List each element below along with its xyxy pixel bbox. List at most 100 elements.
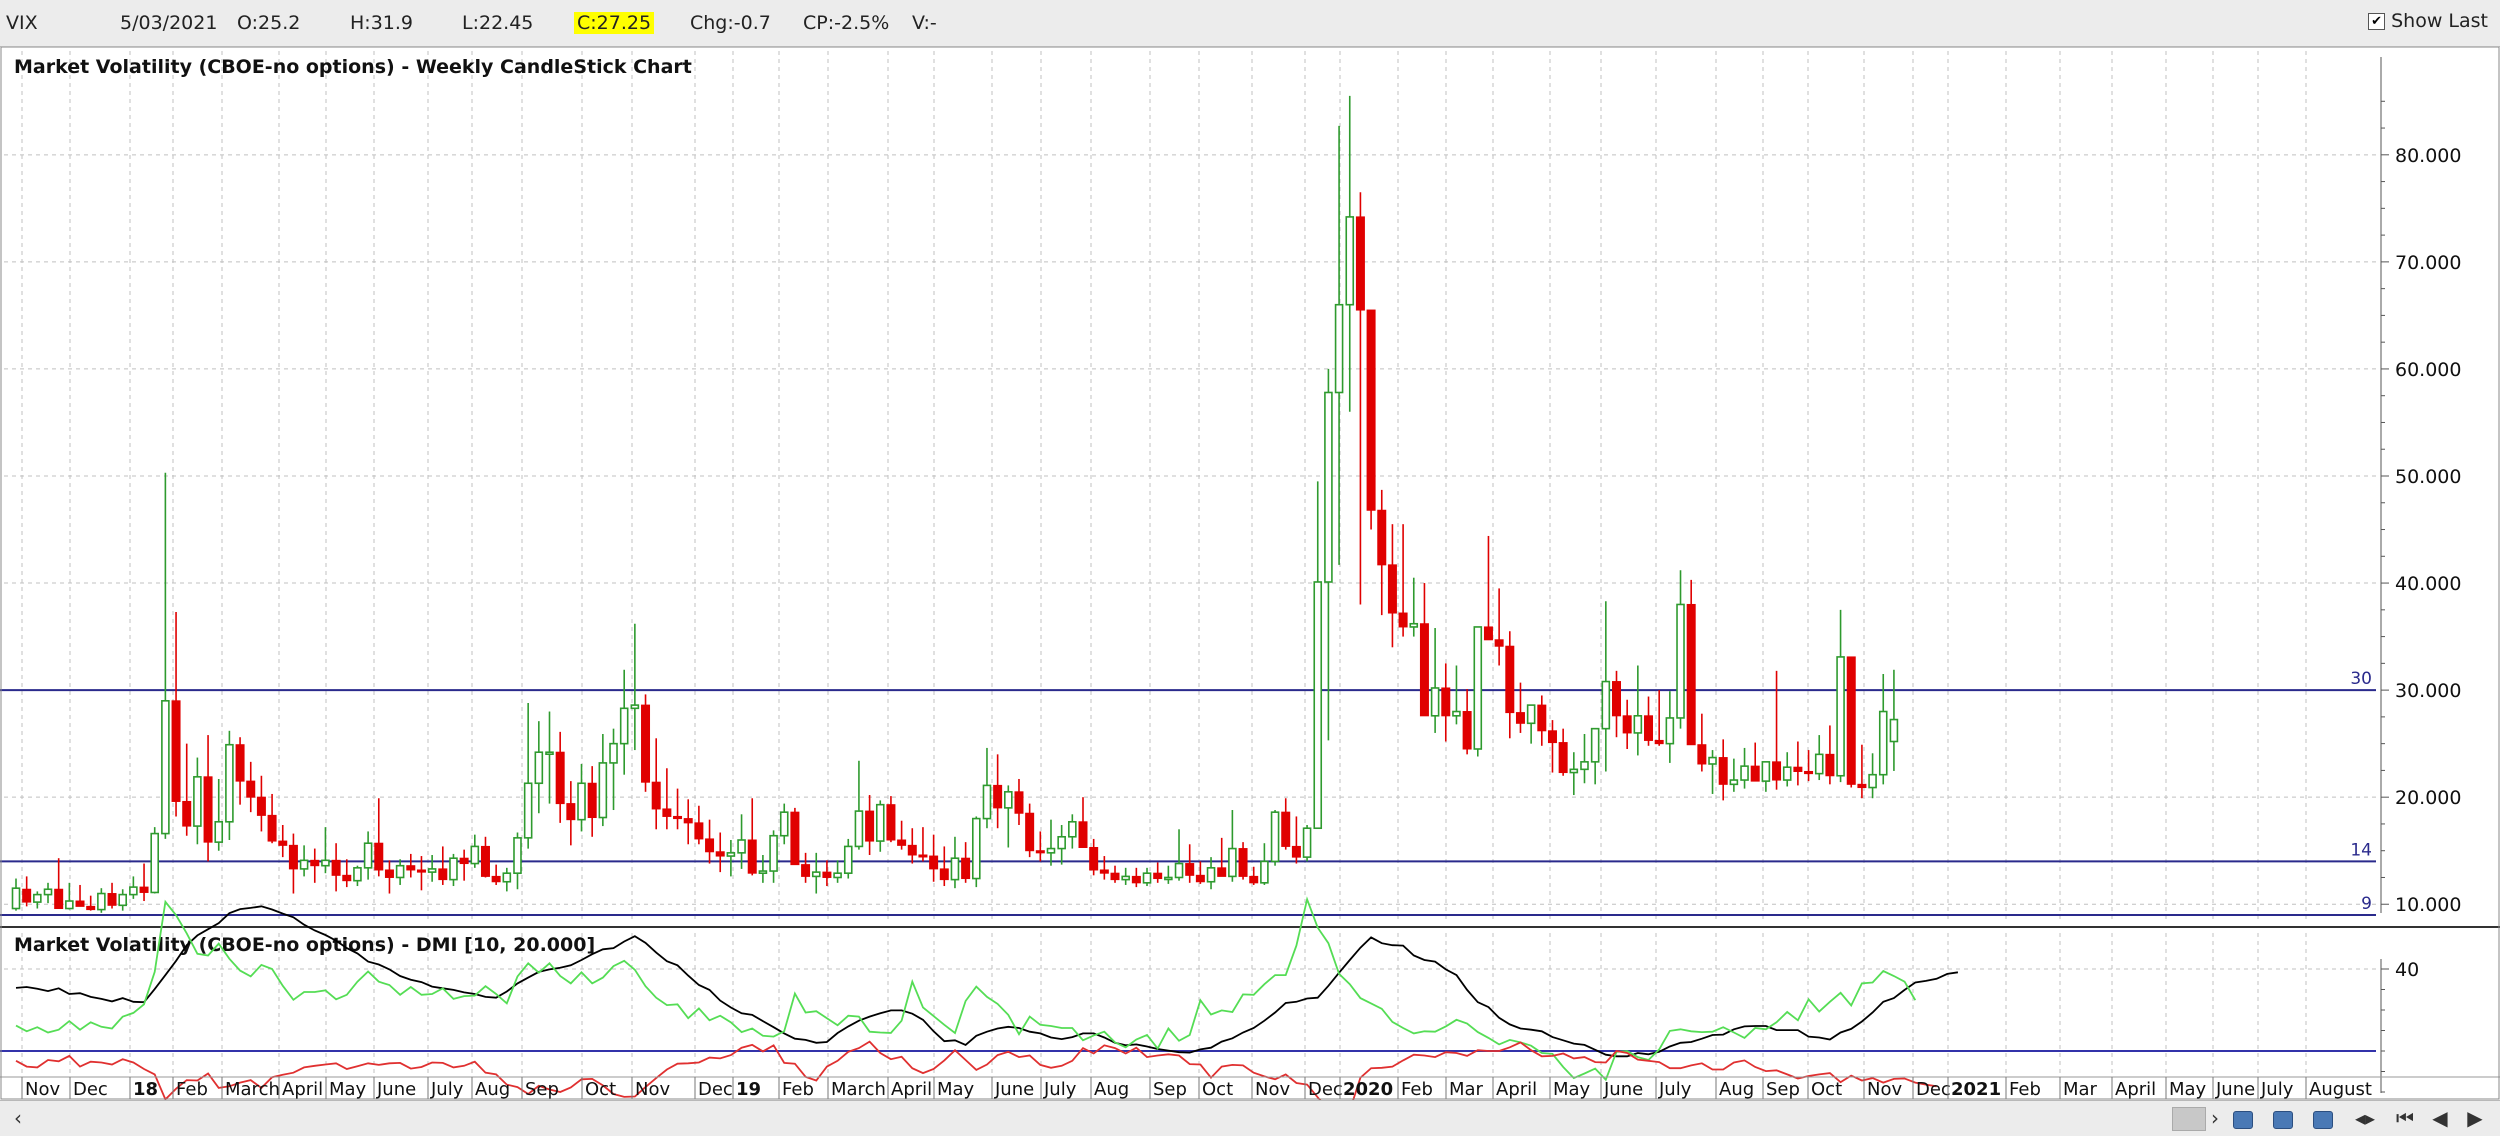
candle-down [907,828,917,864]
x-axis-label: Aug [1719,1079,1754,1100]
candle-up [769,830,778,883]
candle-body [1313,581,1323,830]
candle-up [1452,665,1461,725]
zoom-in-icon[interactable] [2230,1105,2256,1131]
x-axis-label: June [1603,1079,1643,1100]
horizontal-scrollbar[interactable]: ‹ › ◂▸ ⏮ ◀ ▶ [0,1100,2500,1136]
candle-body [843,845,853,874]
candle-body [641,704,651,783]
candle-down [406,853,416,878]
candle-up [1633,665,1643,756]
candle-down [22,876,32,907]
quote-change-pct: CP:-2.5% [803,12,890,34]
scroll-left-arrow[interactable]: ‹ [8,1105,28,1131]
step-back-icon[interactable]: ◀ [2425,1105,2455,1131]
candle-body [1238,848,1248,877]
candle-body [203,776,213,843]
candle-body [1708,756,1717,765]
candle-down [256,775,266,832]
candle-up [1473,626,1483,757]
candle-body [587,782,597,819]
candle-up [833,860,842,883]
candle-up [1569,752,1579,796]
candle-body [833,872,842,879]
candle-body [1547,730,1557,744]
show-last-checkbox[interactable]: ✔ [2368,12,2386,30]
candle-body [1526,704,1536,725]
candle-down [961,842,971,883]
candle-up [1174,829,1184,881]
candle-down [246,761,256,813]
x-axis-label: July [2260,1079,2294,1100]
candle-body [1068,820,1077,838]
candle-body [118,893,127,907]
candle-body [1644,715,1654,741]
candle-body [1612,681,1621,717]
symbol: VIX [6,12,38,34]
x-axis-label: April [1496,1079,1537,1100]
candle-down [865,795,875,855]
hline-label-9: 9 [2361,894,2372,914]
candle-body [865,810,875,842]
candle-down [1462,689,1472,755]
candle-down [107,882,117,909]
candle-up [534,721,544,814]
candle-body [971,817,981,880]
show-last-label: Show Last [2391,10,2488,32]
candle-down [1281,798,1291,850]
scroll-right-arrow[interactable]: › [2205,1105,2225,1131]
dmi-y-tick-label: 40 [2395,959,2419,981]
candle-down [278,825,288,858]
candle-body [1665,717,1675,745]
price-y-tick-label: 10.000 [2395,894,2461,916]
scroll-thumb[interactable] [2172,1107,2206,1131]
candle-body [33,893,42,903]
step-forward-icon[interactable]: ▶ [2460,1105,2490,1131]
candle-down [1772,670,1782,790]
scroll-left-right-icon[interactable]: ◂▸ [2350,1105,2380,1131]
candle-up [619,669,629,775]
candle-body [1686,603,1696,746]
candle-body [1345,216,1355,306]
candle-body [1355,216,1365,311]
candle-down [1846,656,1856,788]
candle-body [1654,739,1664,745]
candle-body [1291,845,1301,858]
candle-body [1185,863,1195,876]
candle-body [854,810,864,848]
candle-down [182,743,192,836]
candle-down [790,807,800,866]
candle-up [1121,867,1130,885]
x-axis-label: April [2115,1079,2156,1100]
candle-body [1174,862,1184,879]
candle-up [523,702,533,849]
show-last-toggle[interactable]: ✔ Show Last [2368,10,2488,32]
candle-body [1483,626,1493,641]
scroll-first-icon[interactable]: ⏮ [2390,1105,2420,1131]
candle-body [705,838,715,853]
candle-body [715,851,725,857]
candle-down [1398,524,1408,637]
candle-up [193,757,202,845]
candle-body [1035,850,1045,854]
x-axis-label: May [1553,1079,1591,1100]
candle-body [299,859,309,870]
x-axis-label: Feb [1401,1079,1433,1100]
candle-body [1473,626,1483,750]
candle-body [790,811,800,866]
candle-body [1836,656,1845,777]
candle-up [1345,95,1355,412]
candle-up [982,747,992,829]
candle-down [705,819,715,864]
chart-area[interactable]: Market Volatility (CBOE-no options) - We… [0,47,2500,1100]
x-axis-label: July [1043,1079,1077,1100]
x-axis-label: April [282,1079,323,1100]
candle-body [982,784,992,820]
candle-body [822,871,832,878]
bar-width-icon[interactable] [2310,1105,2336,1131]
zoom-out-icon[interactable] [2270,1105,2296,1131]
dmi-panel: Market Volatility (CBOE-no options) - DM… [0,896,2419,1100]
candle-up [875,800,885,852]
candle-body [97,892,106,911]
x-axis-label: May [329,1079,367,1100]
